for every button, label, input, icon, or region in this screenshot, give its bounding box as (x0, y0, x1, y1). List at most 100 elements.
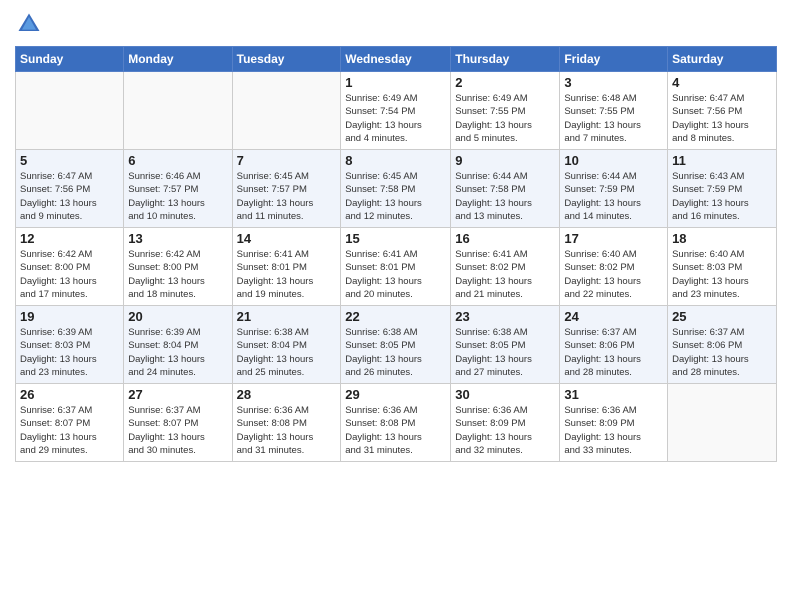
calendar-cell: 16 Sunrise: 6:41 AM Sunset: 8:02 PM Dayli… (451, 228, 560, 306)
day-info: Sunrise: 6:42 AM Sunset: 8:00 PM Dayligh… (20, 248, 119, 301)
day-number: 25 (672, 309, 772, 324)
day-number: 9 (455, 153, 555, 168)
day-info: Sunrise: 6:45 AM Sunset: 7:58 PM Dayligh… (345, 170, 446, 223)
day-info: Sunrise: 6:42 AM Sunset: 8:00 PM Dayligh… (128, 248, 227, 301)
day-number: 28 (237, 387, 337, 402)
calendar-cell: 6 Sunrise: 6:46 AM Sunset: 7:57 PM Daylig… (124, 150, 232, 228)
day-header-wednesday: Wednesday (341, 47, 451, 72)
calendar-cell: 22 Sunrise: 6:38 AM Sunset: 8:05 PM Dayli… (341, 306, 451, 384)
day-number: 5 (20, 153, 119, 168)
calendar-cell: 31 Sunrise: 6:36 AM Sunset: 8:09 PM Dayli… (560, 384, 668, 462)
day-info: Sunrise: 6:49 AM Sunset: 7:55 PM Dayligh… (455, 92, 555, 145)
day-number: 22 (345, 309, 446, 324)
calendar-cell: 4 Sunrise: 6:47 AM Sunset: 7:56 PM Daylig… (668, 72, 777, 150)
day-info: Sunrise: 6:46 AM Sunset: 7:57 PM Dayligh… (128, 170, 227, 223)
day-number: 23 (455, 309, 555, 324)
calendar-cell: 9 Sunrise: 6:44 AM Sunset: 7:58 PM Daylig… (451, 150, 560, 228)
day-number: 7 (237, 153, 337, 168)
day-number: 16 (455, 231, 555, 246)
calendar-cell: 25Sunrise: 6:37 AM Sunset: 8:06 PM Dayli… (668, 306, 777, 384)
calendar-week-row: 12 Sunrise: 6:42 AM Sunset: 8:00 PM Dayli… (16, 228, 777, 306)
calendar-cell: 29 Sunrise: 6:36 AM Sunset: 8:08 PM Dayli… (341, 384, 451, 462)
calendar-cell: 14 Sunrise: 6:41 AM Sunset: 8:01 PM Dayli… (232, 228, 341, 306)
calendar-cell (16, 72, 124, 150)
logo-icon (15, 10, 43, 38)
day-number: 29 (345, 387, 446, 402)
day-number: 18 (672, 231, 772, 246)
calendar-cell: 17 Sunrise: 6:40 AM Sunset: 8:02 PM Dayli… (560, 228, 668, 306)
day-info: Sunrise: 6:47 AM Sunset: 7:56 PM Dayligh… (672, 92, 772, 145)
calendar-table: SundayMondayTuesdayWednesdayThursdayFrid… (15, 46, 777, 462)
day-info: Sunrise: 6:49 AM Sunset: 7:54 PM Dayligh… (345, 92, 446, 145)
day-number: 20 (128, 309, 227, 324)
day-info: Sunrise: 6:43 AM Sunset: 7:59 PM Dayligh… (672, 170, 772, 223)
day-info: Sunrise: 6:45 AM Sunset: 7:57 PM Dayligh… (237, 170, 337, 223)
day-header-friday: Friday (560, 47, 668, 72)
day-number: 2 (455, 75, 555, 90)
day-number: 31 (564, 387, 663, 402)
day-info: Sunrise: 6:40 AM Sunset: 8:02 PM Dayligh… (564, 248, 663, 301)
calendar-cell: 3 Sunrise: 6:48 AM Sunset: 7:55 PM Daylig… (560, 72, 668, 150)
calendar-week-row: 19 Sunrise: 6:39 AM Sunset: 8:03 PM Dayli… (16, 306, 777, 384)
day-number: 19 (20, 309, 119, 324)
day-number: 27 (128, 387, 227, 402)
calendar-cell: 5 Sunrise: 6:47 AM Sunset: 7:56 PM Daylig… (16, 150, 124, 228)
day-info: Sunrise: 6:44 AM Sunset: 7:59 PM Dayligh… (564, 170, 663, 223)
calendar-cell: 2 Sunrise: 6:49 AM Sunset: 7:55 PM Daylig… (451, 72, 560, 150)
calendar-cell: 30 Sunrise: 6:36 AM Sunset: 8:09 PM Dayli… (451, 384, 560, 462)
day-info: Sunrise: 6:37 AM Sunset: 8:06 PM Dayligh… (564, 326, 663, 379)
page: SundayMondayTuesdayWednesdayThursdayFrid… (0, 0, 792, 612)
day-header-saturday: Saturday (668, 47, 777, 72)
day-info: Sunrise: 6:41 AM Sunset: 8:01 PM Dayligh… (345, 248, 446, 301)
day-info: Sunrise: 6:36 AM Sunset: 8:08 PM Dayligh… (237, 404, 337, 457)
day-info: Sunrise: 6:41 AM Sunset: 8:02 PM Dayligh… (455, 248, 555, 301)
calendar-cell: 15Sunrise: 6:41 AM Sunset: 8:01 PM Dayli… (341, 228, 451, 306)
day-number: 4 (672, 75, 772, 90)
day-info: Sunrise: 6:37 AM Sunset: 8:07 PM Dayligh… (128, 404, 227, 457)
calendar-cell: 26 Sunrise: 6:37 AM Sunset: 8:07 PM Dayli… (16, 384, 124, 462)
day-info: Sunrise: 6:38 AM Sunset: 8:04 PM Dayligh… (237, 326, 337, 379)
day-number: 21 (237, 309, 337, 324)
day-number: 6 (128, 153, 227, 168)
day-number: 12 (20, 231, 119, 246)
day-info: Sunrise: 6:48 AM Sunset: 7:55 PM Dayligh… (564, 92, 663, 145)
day-info: Sunrise: 6:38 AM Sunset: 8:05 PM Dayligh… (345, 326, 446, 379)
day-info: Sunrise: 6:39 AM Sunset: 8:03 PM Dayligh… (20, 326, 119, 379)
day-info: Sunrise: 6:37 AM Sunset: 8:07 PM Dayligh… (20, 404, 119, 457)
calendar-header-row: SundayMondayTuesdayWednesdayThursdayFrid… (16, 47, 777, 72)
calendar-cell: 10 Sunrise: 6:44 AM Sunset: 7:59 PM Dayli… (560, 150, 668, 228)
calendar-cell: 18 Sunrise: 6:40 AM Sunset: 8:03 PM Dayli… (668, 228, 777, 306)
calendar-week-row: 1 Sunrise: 6:49 AM Sunset: 7:54 PM Daylig… (16, 72, 777, 150)
day-header-thursday: Thursday (451, 47, 560, 72)
header (15, 10, 777, 38)
day-info: Sunrise: 6:44 AM Sunset: 7:58 PM Dayligh… (455, 170, 555, 223)
day-number: 1 (345, 75, 446, 90)
day-number: 17 (564, 231, 663, 246)
day-number: 14 (237, 231, 337, 246)
logo (15, 10, 47, 38)
day-info: Sunrise: 6:36 AM Sunset: 8:08 PM Dayligh… (345, 404, 446, 457)
calendar-cell: 19 Sunrise: 6:39 AM Sunset: 8:03 PM Dayli… (16, 306, 124, 384)
day-header-sunday: Sunday (16, 47, 124, 72)
day-number: 3 (564, 75, 663, 90)
day-number: 30 (455, 387, 555, 402)
calendar-cell (668, 384, 777, 462)
calendar-cell: 8Sunrise: 6:45 AM Sunset: 7:58 PM Daylig… (341, 150, 451, 228)
calendar-cell: 7 Sunrise: 6:45 AM Sunset: 7:57 PM Daylig… (232, 150, 341, 228)
day-info: Sunrise: 6:40 AM Sunset: 8:03 PM Dayligh… (672, 248, 772, 301)
day-number: 10 (564, 153, 663, 168)
calendar-cell: 20Sunrise: 6:39 AM Sunset: 8:04 PM Dayli… (124, 306, 232, 384)
calendar-cell: 27 Sunrise: 6:37 AM Sunset: 8:07 PM Dayli… (124, 384, 232, 462)
calendar-cell: 24 Sunrise: 6:37 AM Sunset: 8:06 PM Dayli… (560, 306, 668, 384)
calendar-cell: 21 Sunrise: 6:38 AM Sunset: 8:04 PM Dayli… (232, 306, 341, 384)
calendar-cell (124, 72, 232, 150)
calendar-week-row: 5 Sunrise: 6:47 AM Sunset: 7:56 PM Daylig… (16, 150, 777, 228)
day-info: Sunrise: 6:36 AM Sunset: 8:09 PM Dayligh… (564, 404, 663, 457)
day-info: Sunrise: 6:36 AM Sunset: 8:09 PM Dayligh… (455, 404, 555, 457)
day-info: Sunrise: 6:41 AM Sunset: 8:01 PM Dayligh… (237, 248, 337, 301)
calendar-cell (232, 72, 341, 150)
day-info: Sunrise: 6:47 AM Sunset: 7:56 PM Dayligh… (20, 170, 119, 223)
day-number: 26 (20, 387, 119, 402)
calendar-cell: 11Sunrise: 6:43 AM Sunset: 7:59 PM Dayli… (668, 150, 777, 228)
day-number: 24 (564, 309, 663, 324)
